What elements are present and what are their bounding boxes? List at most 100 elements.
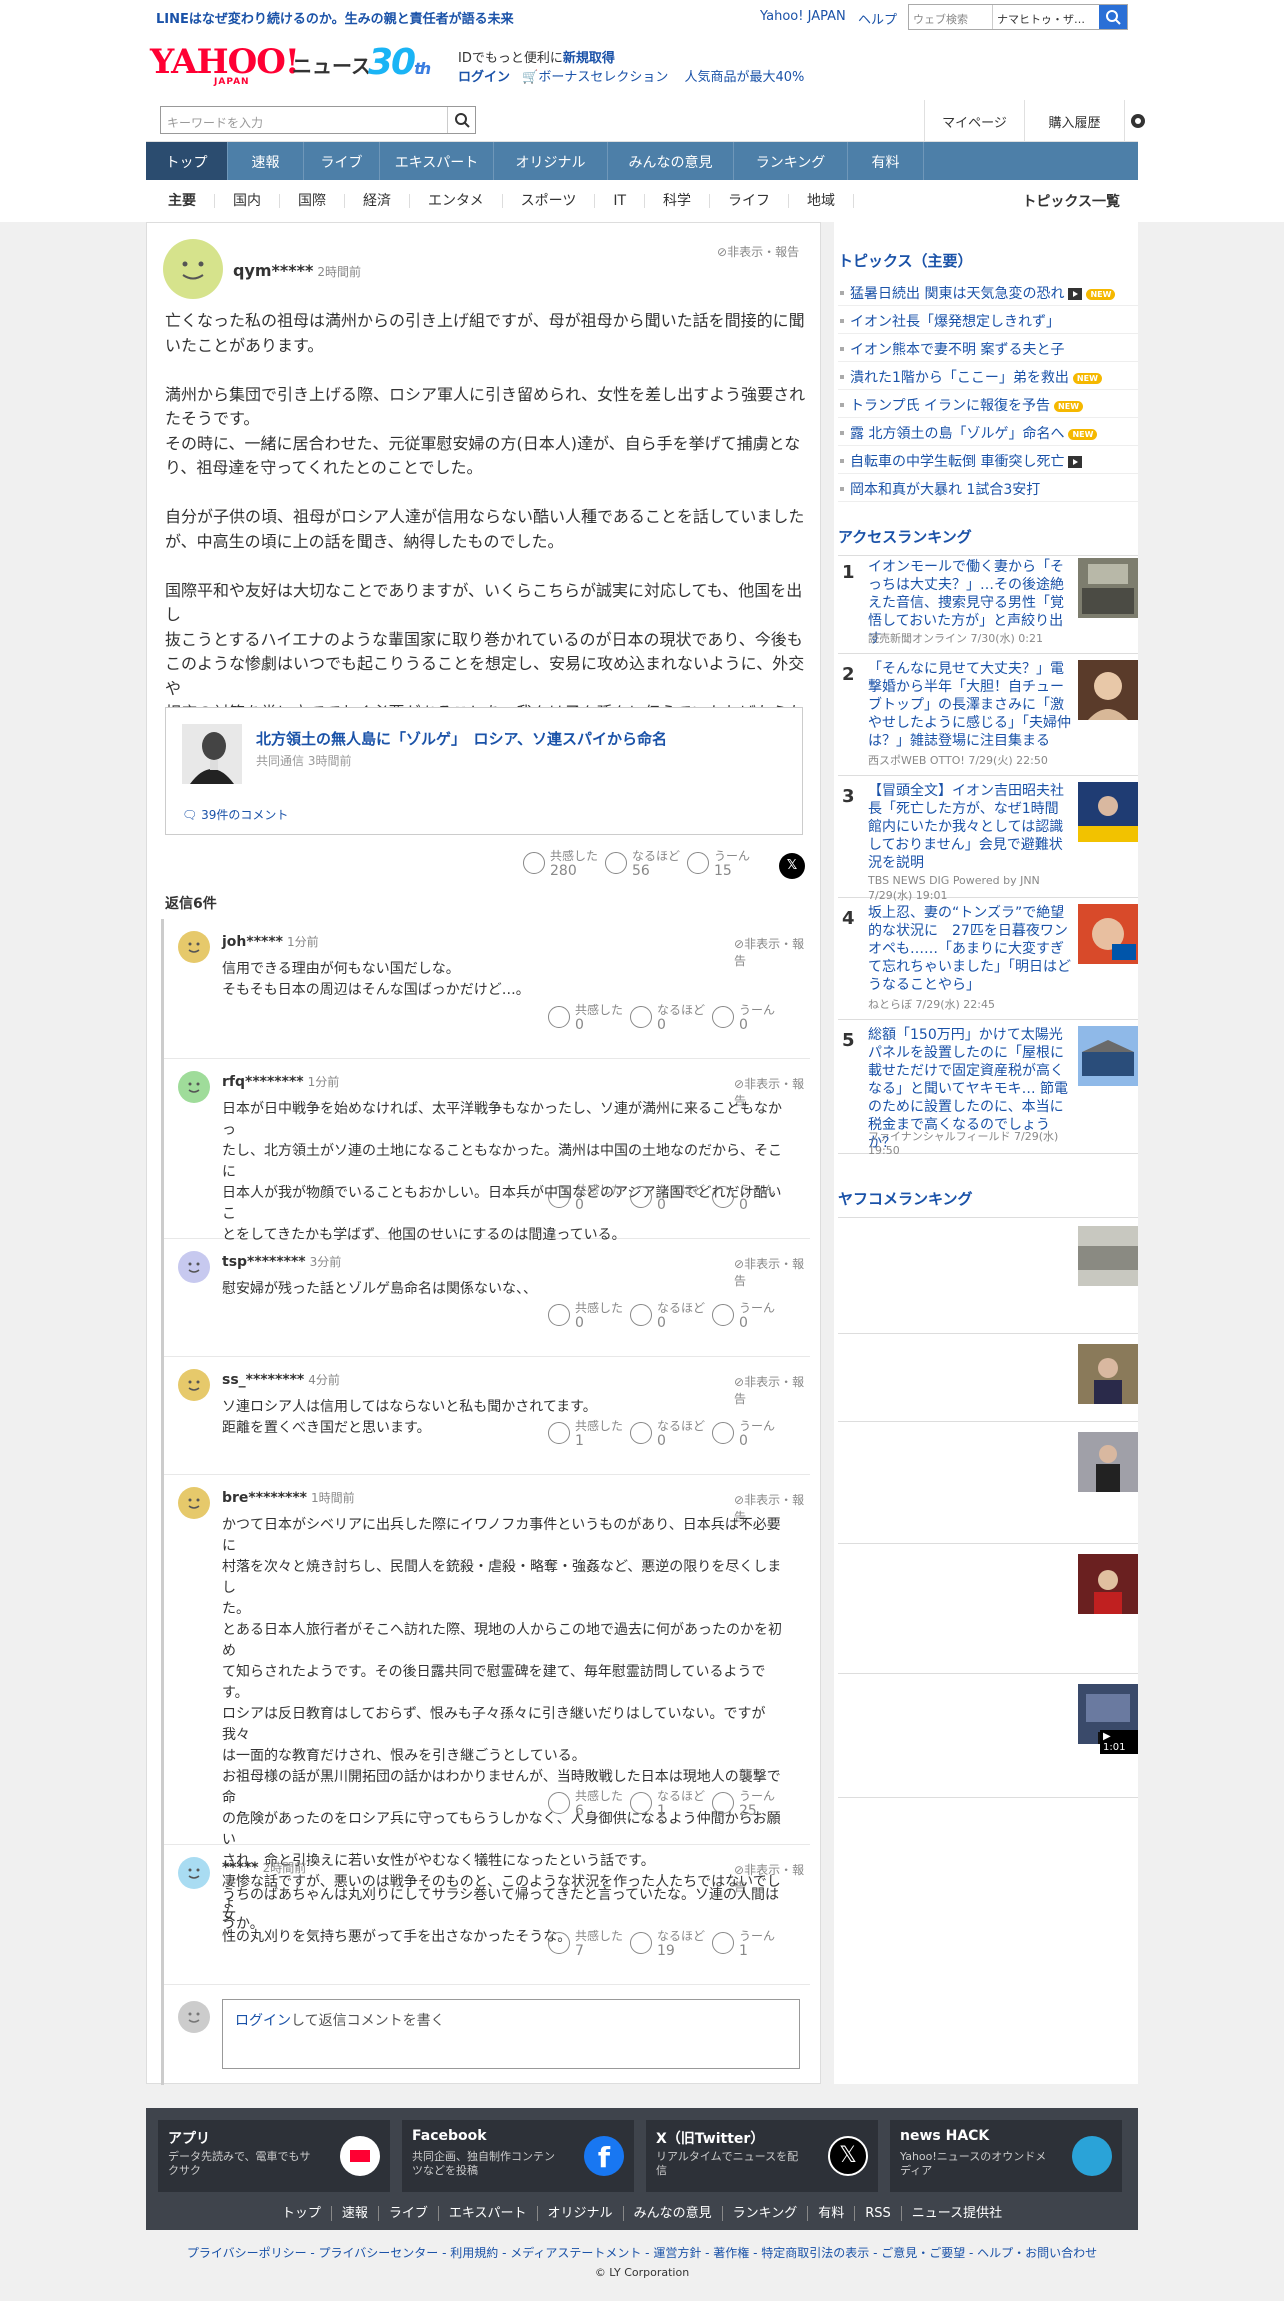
reply-author[interactable]: ***** 2時間前 [222,1859,306,1876]
web-search-placeholder[interactable]: ウェブ検索 [909,5,993,29]
ranking-item[interactable]: 1 イオンモールで働く妻から「そっちは大丈夫？」…その後途絶えた音信、捜索見守る男… [838,552,1138,654]
news-wordmark[interactable]: ニュース [292,50,371,79]
keyword-search-input[interactable]: キーワードを入力 [160,106,476,134]
category-it[interactable]: IT [595,194,646,208]
footer-app-card[interactable]: アプリ データ先読みで、電車でもサクサク [158,2120,390,2192]
web-search-box[interactable]: ウェブ検索 ナマヒトゥ・ザ… [908,4,1128,30]
login-link[interactable]: ログイン [458,70,510,85]
gear-icon[interactable] [1124,100,1145,142]
topic-title[interactable]: 岡本和真が大暴れ 1試合3安打 [850,482,1040,498]
reply-author[interactable]: ss_******** 4分前 [222,1371,340,1388]
tab-breaking[interactable]: 速報 [228,142,304,180]
reply-input-box[interactable]: ログインして返信コメントを書く [222,1999,800,2069]
hmm-button[interactable]: うーん 0 [712,1003,794,1033]
footer-link[interactable]: みんなの意見 [623,2206,723,2221]
related-article-card[interactable]: 北方領土の無人島に「ゾルゲ」 ロシア、ソ連スパイから命名 共同通信 3時間前 🗨… [165,707,803,835]
topic-title[interactable]: イオン熊本で妻不明 案ずる夫と子 [850,342,1064,358]
insight-button[interactable]: なるほど 0 [630,1419,712,1449]
article-title[interactable]: 北方領土の無人島に「ゾルゲ」 ロシア、ソ連スパイから命名 [256,728,667,749]
footer-link[interactable]: ランキング [722,2206,809,2221]
article-comments-link[interactable]: 🗨 39件のコメント [182,806,288,823]
category-life[interactable]: ライフ [710,194,790,208]
category-main[interactable]: 主要 [146,194,215,208]
promo-link[interactable]: LINEはなぜ変わり続けるのか。生みの親と責任者が語る未来 [156,8,514,27]
footer-newshack-card[interactable]: news HACK Yahoo!ニュースのオウンドメディア [890,2120,1122,2192]
reply-author[interactable]: rfq******** 1分前 [222,1073,339,1090]
rank-title[interactable]: 「そんなに見せて大丈夫？」電撃婚から半年「大胆！自チューブトップ」の長澤まさみに… [868,660,1072,750]
yafukome-item[interactable] [838,1216,1138,1334]
category-local[interactable]: 地域 [789,194,855,208]
insight-button[interactable]: なるほど 1 [630,1789,712,1819]
search-icon[interactable] [1099,5,1127,29]
empathy-button[interactable]: 共感した 7 [548,1929,630,1959]
topic-title[interactable]: 自転車の中学生転倒 車衝突し死亡 [850,454,1064,470]
category-sports[interactable]: スポーツ [503,194,596,208]
category-world[interactable]: 国際 [280,194,345,208]
footer-x-card[interactable]: X（旧Twitter） リアルタイムでニュースを配信 𝕏 [646,2120,878,2192]
help-link[interactable]: ヘルプ [858,9,897,28]
mypage-link[interactable]: マイページ [924,100,1024,142]
search-icon[interactable] [447,107,475,133]
hmm-button[interactable]: うーん 15 [687,849,769,879]
insight-button[interactable]: なるほど 0 [630,1301,712,1331]
footer-link[interactable]: オリジナル [537,2206,624,2221]
topic-item[interactable]: イオン社長「爆発想定しきれず」 [838,306,1138,334]
hmm-button[interactable]: うーん 0 [712,1301,794,1331]
tab-live[interactable]: ライブ [304,142,380,180]
yafukome-item[interactable]: ▶ 1:01 [838,1674,1138,1798]
hide-report-link[interactable]: ⊘非表示・報告 [717,243,799,260]
empathy-button[interactable]: 共感した 6 [548,1789,630,1819]
insight-button[interactable]: なるほど 19 [630,1929,712,1959]
hmm-button[interactable]: うーん 25 [712,1789,794,1819]
comment-author[interactable]: qym***** 2時間前 [233,261,361,280]
hmm-button[interactable]: うーん 0 [712,1419,794,1449]
footer-link[interactable]: トップ [271,2206,332,2221]
ranking-item[interactable]: 4 坂上忍、妻の“トンズラ”で絶望的な状況に 27匹を日暮夜ワンオペも……「あまり… [838,898,1138,1020]
category-entertainment[interactable]: エンタメ [410,194,503,208]
category-economy[interactable]: 経済 [345,194,410,208]
tab-ranking[interactable]: ランキング [734,142,848,180]
topic-item[interactable]: イオン熊本で妻不明 案ずる夫と子 [838,334,1138,362]
ranking-item[interactable]: 3 【冒頭全文】イオン吉田昭夫社長「死亡した方が、なぜ1時間館内にいたか我々として… [838,776,1138,902]
purchase-history-link[interactable]: 購入履歴 [1024,100,1124,142]
topics-list-link[interactable]: トピックス一覧 [1022,191,1120,211]
reply-author[interactable]: bre******** 1時間前 [222,1489,355,1506]
rank-title[interactable]: 【冒頭全文】イオン吉田昭夫社長「死亡した方が、なぜ1時間館内にいたか我々としては… [868,782,1072,872]
footer-link[interactable]: ライブ [378,2206,439,2221]
tab-opinions[interactable]: みんなの意見 [608,142,734,180]
topic-item[interactable]: 潰れた1階から「ここー」弟を救出 NEW [838,362,1138,390]
empathy-button[interactable]: 共感した 0 [548,1003,630,1033]
login-link[interactable]: ログイン [235,2013,291,2029]
reply-author[interactable]: tsp******** 3分前 [222,1253,341,1270]
topic-item[interactable]: 自転車の中学生転倒 車衝突し死亡 [838,446,1138,474]
hmm-button[interactable]: うーん 1 [712,1929,794,1959]
footer-link[interactable]: エキスパート [438,2206,538,2221]
category-science[interactable]: 科学 [645,194,711,208]
bonus-selection-link[interactable]: 🛒ボーナスセレクション [522,70,668,85]
tab-original[interactable]: オリジナル [494,142,608,180]
footer-link[interactable]: ニュース提供社 [902,2206,1012,2221]
empathy-button[interactable]: 共感した 0 [548,1183,630,1213]
topic-title[interactable]: 潰れた1階から「ここー」弟を救出 [850,370,1069,386]
hmm-button[interactable]: うーん 0 [712,1183,794,1213]
yahoo-japan-link[interactable]: Yahoo! JAPAN [760,9,846,24]
footer-link[interactable]: RSS [855,2206,902,2221]
yafukome-item[interactable] [838,1544,1138,1674]
insight-button[interactable]: なるほど 56 [605,849,687,879]
topic-item[interactable]: 岡本和真が大暴れ 1試合3安打 [838,474,1138,502]
empathy-button[interactable]: 共感した 280 [523,849,605,879]
yahoo-logo[interactable]: YAHOO! JAPAN [150,44,300,87]
empathy-button[interactable]: 共感した 1 [548,1419,630,1449]
yafukome-item[interactable] [838,1422,1138,1544]
ranking-item[interactable]: 5 総額「150万円」かけて太陽光パネルを設置したのに「屋根に載せただけで固定資産… [838,1020,1138,1157]
register-link[interactable]: 新規取得 [563,51,615,66]
topic-item[interactable]: 露 北方領土の島「ゾルゲ」命名へ NEW [838,418,1138,446]
ranking-item[interactable]: 2 「そんなに見せて大丈夫？」電撃婚から半年「大胆！自チューブトップ」の長澤まさみ… [838,654,1138,776]
legal-links[interactable]: プライバシーポリシー - プライバシーセンター - 利用規約 - メディアステー… [0,2244,1284,2261]
yafukome-item[interactable] [838,1334,1138,1422]
tab-top[interactable]: トップ [146,142,228,180]
insight-button[interactable]: なるほど 0 [630,1003,712,1033]
reply-author[interactable]: joh***** 1分前 [222,933,319,950]
insight-button[interactable]: なるほど 0 [630,1183,712,1213]
tab-paid[interactable]: 有料 [848,142,924,180]
